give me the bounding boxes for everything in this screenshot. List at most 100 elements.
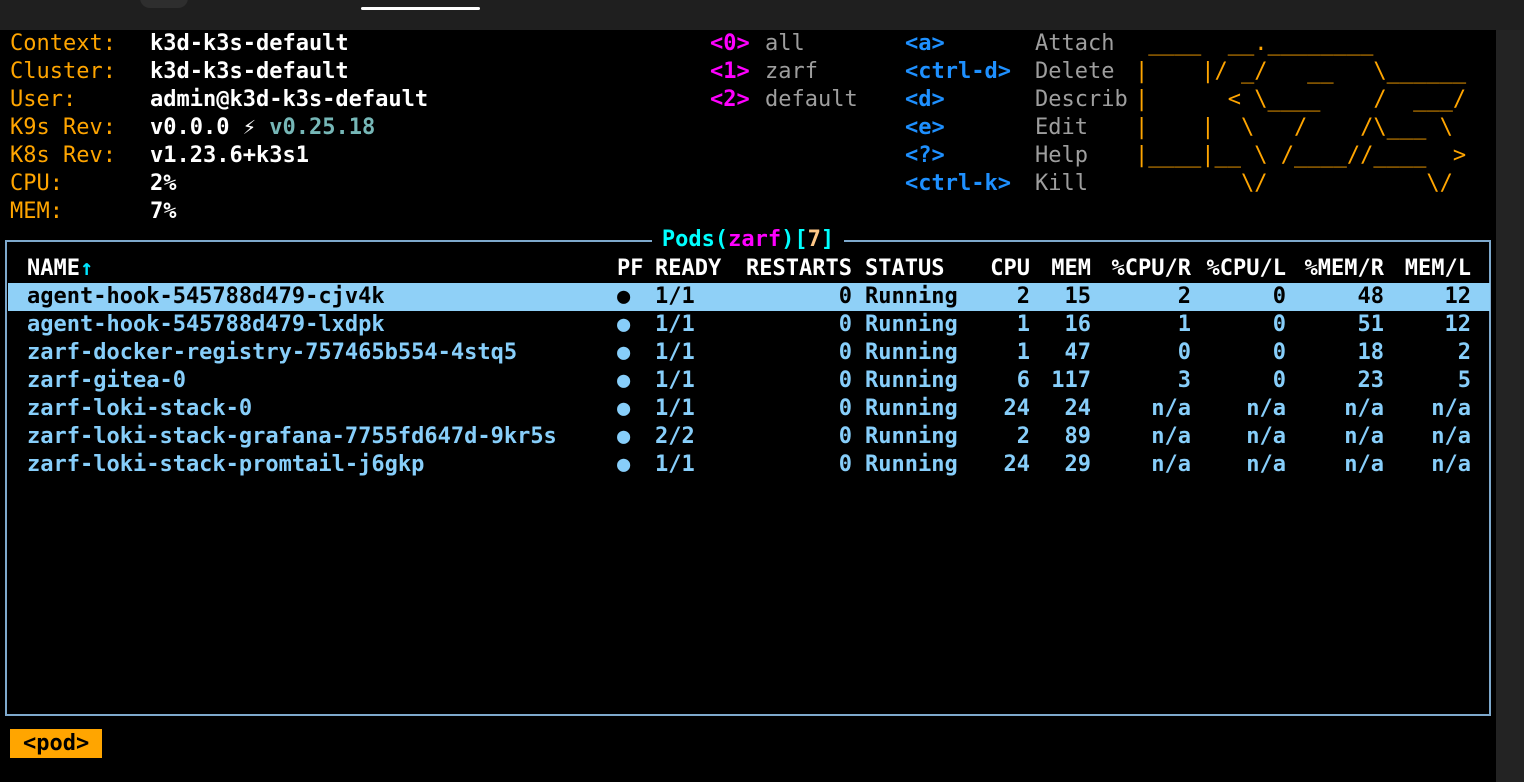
table-header-row: NAME↑PFREADYRESTARTSSTATUSCPUMEM%CPU/R%C… bbox=[8, 255, 1490, 283]
column-header-status[interactable]: STATUS bbox=[852, 255, 990, 283]
cluster-info-line: K9s Rev:v0.0.0 ⚡ v0.25.18 bbox=[10, 114, 428, 142]
action-hotkey[interactable]: <?>Help bbox=[905, 142, 1128, 170]
cell-memr: 51 bbox=[1286, 311, 1384, 339]
cell-name: agent-hook-545788d479-cjv4k bbox=[27, 283, 617, 311]
action-hotkeys: <a>Attach<ctrl-d>Delete<d>Describ<e>Edit… bbox=[905, 30, 1128, 198]
upgrade-version: v0.25.18 bbox=[269, 115, 375, 140]
cell-cpu: 1 bbox=[990, 339, 1030, 367]
cell-cpu: 2 bbox=[990, 423, 1030, 451]
cell-status: Running bbox=[852, 311, 990, 339]
cell-ready: 1/1 bbox=[655, 339, 725, 367]
info-label: Context: bbox=[10, 30, 150, 58]
cell-cpul: 0 bbox=[1191, 367, 1286, 395]
table-body: agent-hook-545788d479-cjv4k●1/10Running2… bbox=[7, 283, 1489, 479]
column-header-mem[interactable]: MEM bbox=[1030, 255, 1091, 283]
cell-ready: 1/1 bbox=[655, 451, 725, 479]
action-hotkey[interactable]: <e>Edit bbox=[905, 114, 1128, 142]
info-value: k3d-k3s-default bbox=[150, 59, 349, 84]
cell-mem: 47 bbox=[1030, 339, 1091, 367]
hotkey-key: <1> bbox=[710, 58, 765, 86]
cell-name: zarf-loki-stack-0 bbox=[27, 395, 617, 423]
cell-memr: n/a bbox=[1286, 395, 1384, 423]
table-row[interactable]: zarf-loki-stack-0●1/10Running2424n/an/an… bbox=[8, 395, 1490, 423]
hotkey-label: default bbox=[765, 87, 858, 112]
cluster-info-line: MEM:7% bbox=[10, 198, 428, 226]
column-header-memr[interactable]: %MEM/R bbox=[1286, 255, 1384, 283]
table-row[interactable]: agent-hook-545788d479-lxdpk●1/10Running1… bbox=[8, 311, 1490, 339]
hotkey-label: Help bbox=[1035, 143, 1088, 168]
cell-meml: n/a bbox=[1384, 423, 1471, 451]
cell-cpul: 0 bbox=[1191, 311, 1286, 339]
hotkey-key: <a> bbox=[905, 30, 1035, 58]
cell-cpul: 0 bbox=[1191, 283, 1286, 311]
cell-cpur: n/a bbox=[1091, 423, 1191, 451]
table-row[interactable]: zarf-docker-registry-757465b554-4stq5●1/… bbox=[8, 339, 1490, 367]
window-title-bar bbox=[0, 0, 1524, 30]
cell-cpu: 1 bbox=[990, 311, 1030, 339]
column-header-cpul[interactable]: %CPU/L bbox=[1191, 255, 1286, 283]
cell-name: zarf-loki-stack-promtail-j6gkp bbox=[27, 451, 617, 479]
table-row[interactable]: zarf-gitea-0●1/10Running611730235 bbox=[8, 367, 1490, 395]
cell-cpur: 3 bbox=[1091, 367, 1191, 395]
cell-cpur: 1 bbox=[1091, 311, 1191, 339]
table-row[interactable]: zarf-loki-stack-promtail-j6gkp●1/10Runni… bbox=[8, 451, 1490, 479]
namespace-hotkey[interactable]: <2>default bbox=[710, 86, 858, 114]
action-hotkey[interactable]: <d>Describ bbox=[905, 86, 1128, 114]
cell-memr: n/a bbox=[1286, 423, 1384, 451]
column-header-restarts[interactable]: RESTARTS bbox=[725, 255, 852, 283]
cluster-info: Context:k3d-k3s-defaultCluster:k3d-k3s-d… bbox=[10, 30, 428, 226]
cell-meml: n/a bbox=[1384, 451, 1471, 479]
cell-pf: ● bbox=[617, 339, 655, 367]
cell-status: Running bbox=[852, 283, 990, 311]
namespace-hotkeys: <0>all<1>zarf<2>default bbox=[710, 30, 858, 114]
info-label: K9s Rev: bbox=[10, 114, 150, 142]
cell-pf: ● bbox=[617, 311, 655, 339]
action-hotkey[interactable]: <a>Attach bbox=[905, 30, 1128, 58]
resource-crumb-pod[interactable]: <pod> bbox=[10, 729, 102, 758]
info-label: User: bbox=[10, 86, 150, 114]
cell-mem: 89 bbox=[1030, 423, 1091, 451]
hotkey-key: <ctrl-d> bbox=[905, 58, 1035, 86]
cell-meml: n/a bbox=[1384, 395, 1471, 423]
column-header-cpu[interactable]: CPU bbox=[990, 255, 1030, 283]
cell-cpu: 2 bbox=[990, 283, 1030, 311]
cell-status: Running bbox=[852, 395, 990, 423]
column-header-meml[interactable]: MEM/L bbox=[1384, 255, 1471, 283]
cell-status: Running bbox=[852, 367, 990, 395]
column-header-pf[interactable]: PF bbox=[617, 255, 655, 283]
action-hotkey[interactable]: <ctrl-k>Kill bbox=[905, 170, 1128, 198]
cell-mem: 29 bbox=[1030, 451, 1091, 479]
cell-ready: 1/1 bbox=[655, 367, 725, 395]
cell-cpu: 6 bbox=[990, 367, 1030, 395]
cell-pf: ● bbox=[617, 423, 655, 451]
cell-ready: 1/1 bbox=[655, 395, 725, 423]
table-row[interactable]: zarf-loki-stack-grafana-7755fd647d-9kr5s… bbox=[8, 423, 1490, 451]
active-tab-underline bbox=[361, 7, 480, 10]
info-label: Cluster: bbox=[10, 58, 150, 86]
cell-name: zarf-loki-stack-grafana-7755fd647d-9kr5s bbox=[27, 423, 617, 451]
column-header-cpur[interactable]: %CPU/R bbox=[1091, 255, 1191, 283]
sort-ascending-icon: ↑ bbox=[80, 256, 93, 281]
hotkey-key: <d> bbox=[905, 86, 1035, 114]
cell-restarts: 0 bbox=[725, 423, 852, 451]
column-header-name[interactable]: NAME↑ bbox=[27, 255, 617, 283]
cell-restarts: 0 bbox=[725, 367, 852, 395]
cluster-info-line: User:admin@k3d-k3s-default bbox=[10, 86, 428, 114]
hotkey-label: Kill bbox=[1035, 171, 1088, 196]
info-value: 2% bbox=[150, 171, 177, 196]
hotkey-key: <0> bbox=[710, 30, 765, 58]
cell-cpul: 0 bbox=[1191, 339, 1286, 367]
namespace-hotkey[interactable]: <0>all bbox=[710, 30, 858, 58]
cell-memr: 18 bbox=[1286, 339, 1384, 367]
cell-meml: 2 bbox=[1384, 339, 1471, 367]
cell-status: Running bbox=[852, 423, 990, 451]
cluster-info-line: Context:k3d-k3s-default bbox=[10, 30, 428, 58]
column-header-ready[interactable]: READY bbox=[655, 255, 725, 283]
cell-meml: 12 bbox=[1384, 283, 1471, 311]
info-value: k3d-k3s-default bbox=[150, 31, 349, 56]
hotkey-label: zarf bbox=[765, 59, 818, 84]
hotkey-label: Attach bbox=[1035, 31, 1114, 56]
table-row[interactable]: agent-hook-545788d479-cjv4k●1/10Running2… bbox=[8, 283, 1490, 311]
namespace-hotkey[interactable]: <1>zarf bbox=[710, 58, 858, 86]
action-hotkey[interactable]: <ctrl-d>Delete bbox=[905, 58, 1128, 86]
